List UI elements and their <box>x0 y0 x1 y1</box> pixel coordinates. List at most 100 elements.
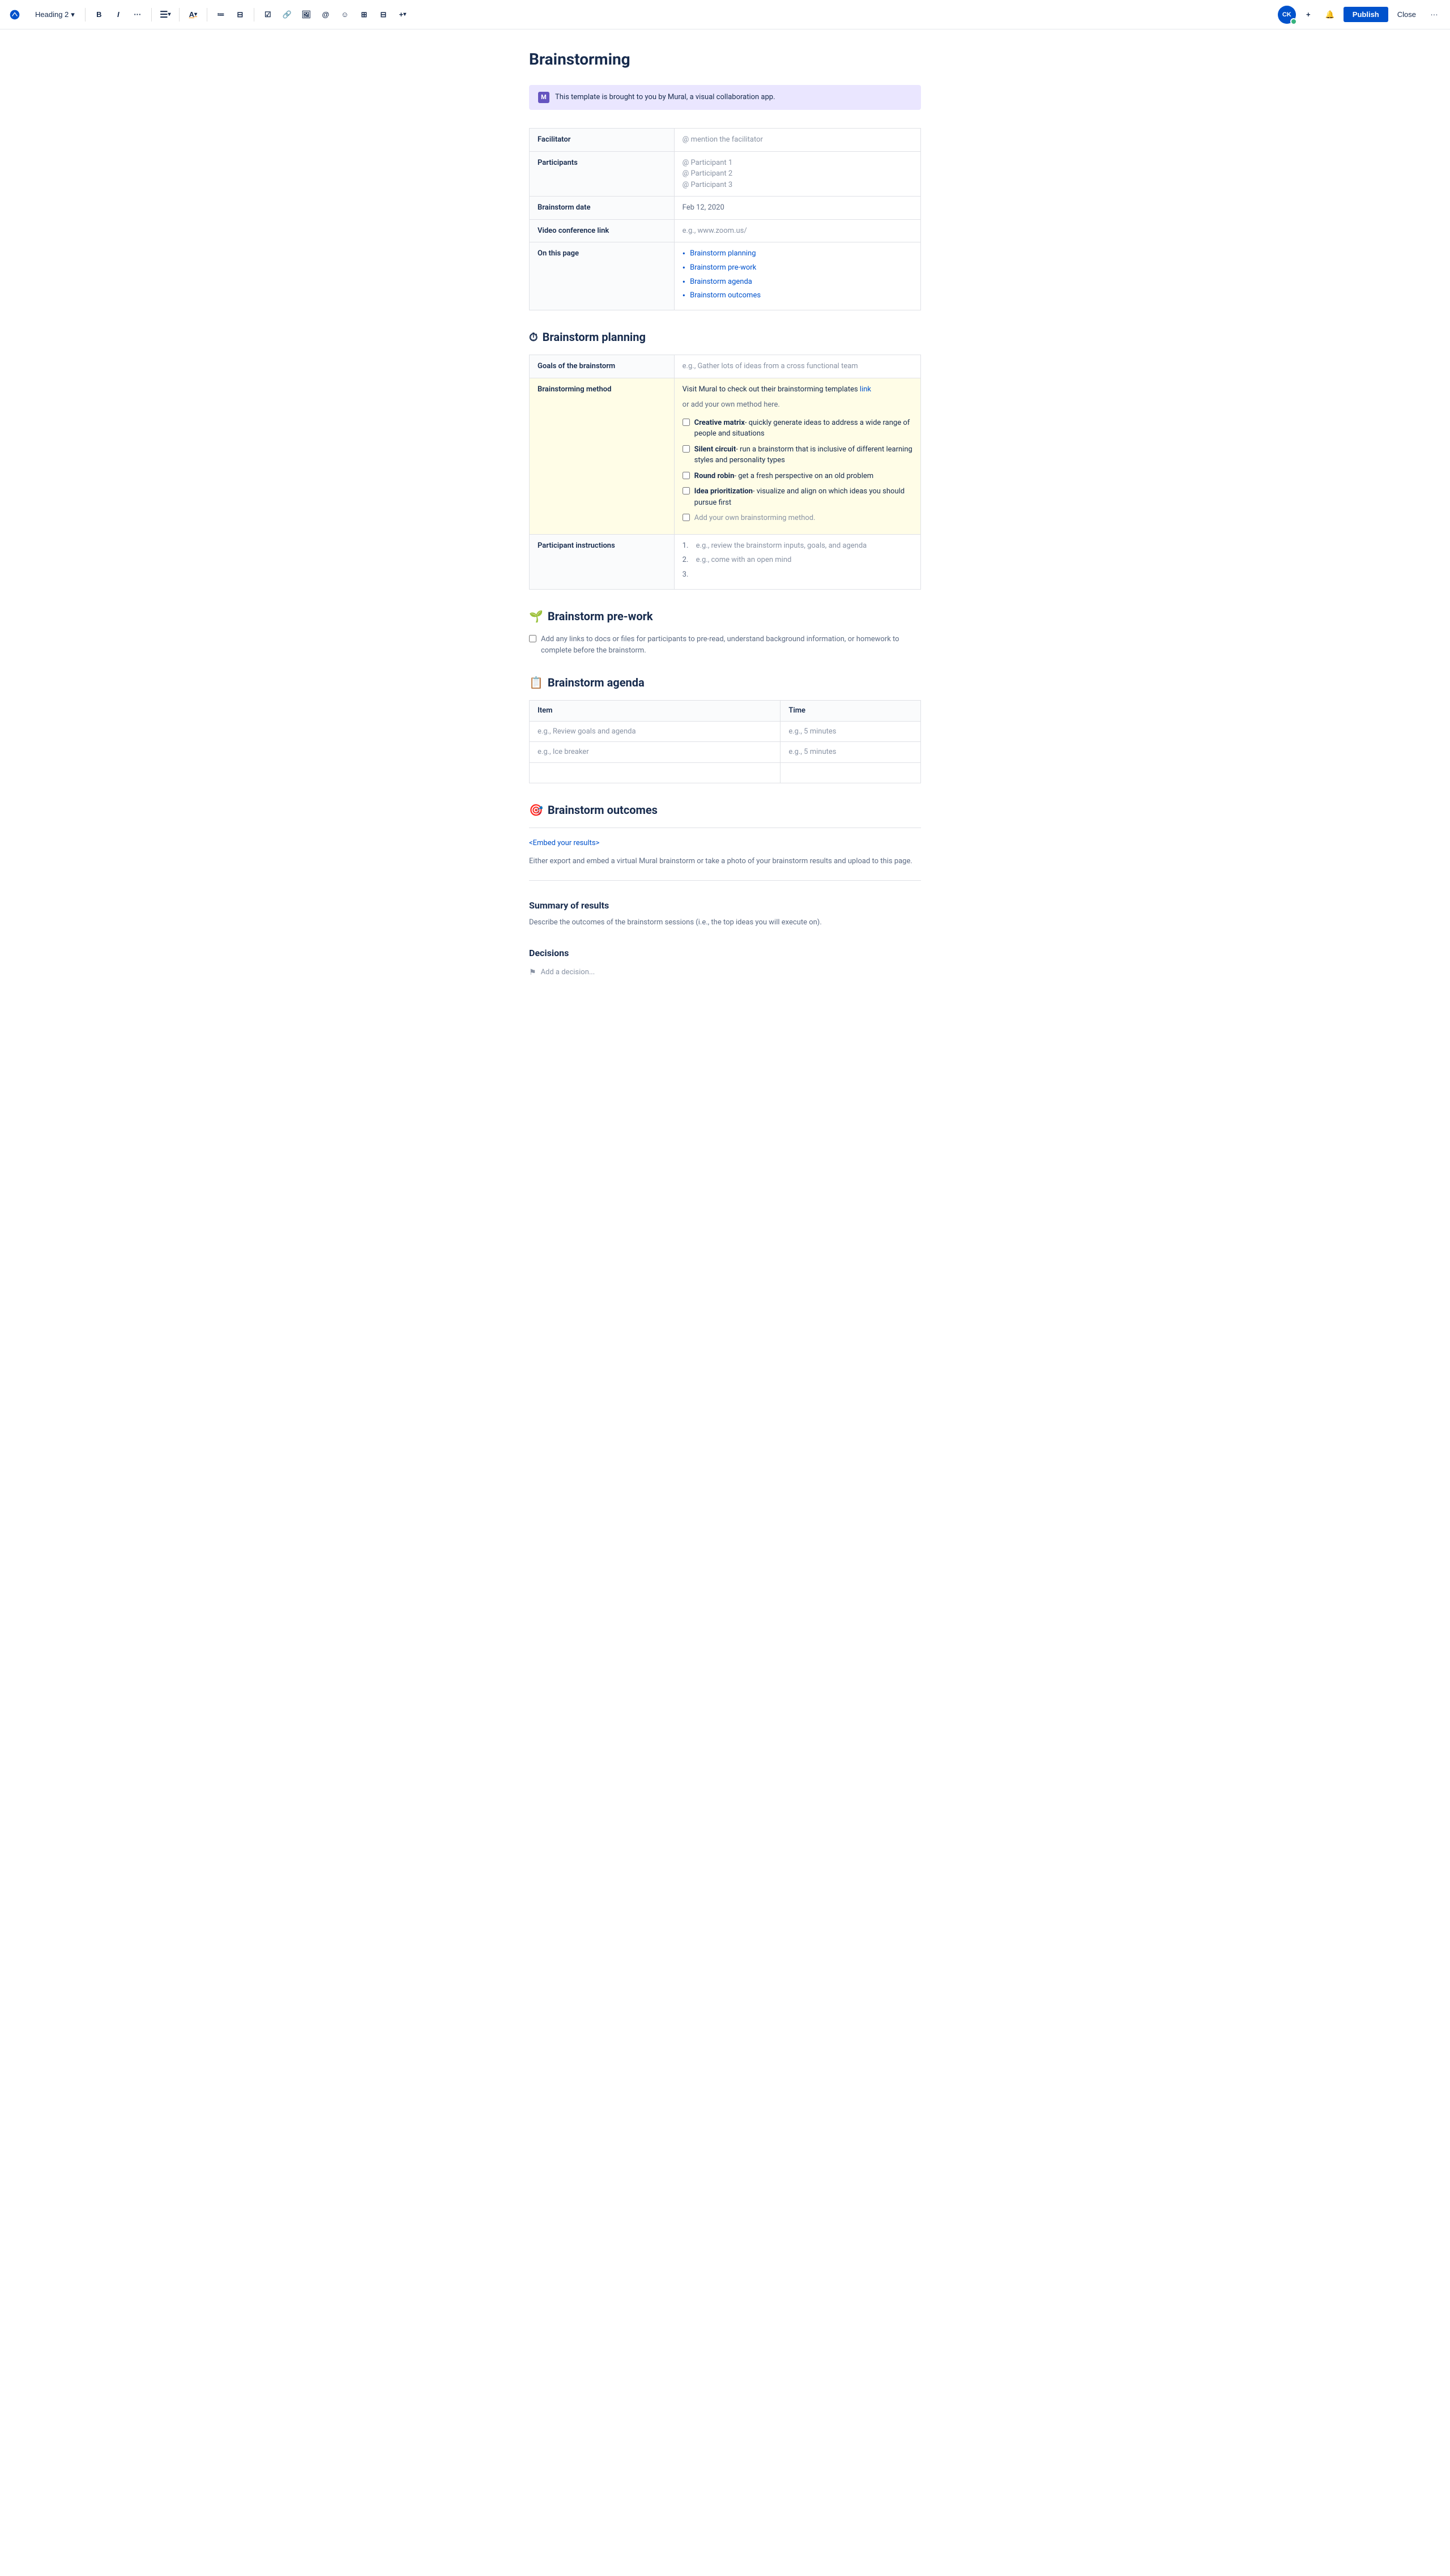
agenda-emoji: 📋 <box>529 674 543 691</box>
link-button[interactable]: 🔗 <box>279 7 295 23</box>
table-row: Brainstorm date Feb 12, 2020 <box>530 197 921 220</box>
facilitator-value[interactable]: @ mention the facilitator <box>674 129 920 152</box>
date-value[interactable]: Feb 12, 2020 <box>674 197 920 220</box>
brainstorm-prework-link[interactable]: Brainstorm pre-work <box>690 262 756 274</box>
brainstorm-agenda-section-header: 📋 Brainstorm agenda <box>529 674 921 691</box>
brainstorm-outcomes-link[interactable]: Brainstorm outcomes <box>690 290 761 301</box>
add-decision-text[interactable]: Add a decision... <box>541 967 595 978</box>
outcomes-emoji: 🎯 <box>529 801 543 818</box>
table-button[interactable]: ⊞ <box>356 7 372 23</box>
embed-link[interactable]: <Embed your results> <box>529 839 599 847</box>
agenda-item-1[interactable]: e.g., Review goals and agenda <box>530 721 781 742</box>
agenda-time-2[interactable]: e.g., 5 minutes <box>781 742 921 763</box>
task-button[interactable]: ☑ <box>260 7 276 23</box>
table-row: Participant instructions 1. e.g., review… <box>530 534 921 590</box>
more-options-button[interactable]: ··· <box>1425 6 1443 24</box>
mention-button[interactable]: @ <box>318 7 334 23</box>
layout-button[interactable]: ⊟ <box>376 7 391 23</box>
color-button[interactable]: A ▾ <box>185 7 201 23</box>
checkbox-round-robin-input[interactable] <box>683 472 690 479</box>
avatar-badge <box>1290 18 1297 25</box>
add-decision-row: ⚑ Add a decision... <box>529 967 921 979</box>
planning-emoji: ⏱ <box>529 329 538 346</box>
banner-text: This template is brought to you by Mural… <box>555 92 775 103</box>
prework-section: Add any links to docs or files for parti… <box>529 634 921 656</box>
checkbox-creative-matrix-input[interactable] <box>683 419 690 426</box>
italic-button[interactable]: I <box>110 7 126 23</box>
on-this-page-value: • Brainstorm planning • Brainstorm pre-w… <box>674 242 920 310</box>
user-avatar[interactable]: CK <box>1278 6 1296 24</box>
table-row: On this page • Brainstorm planning • Bra… <box>530 242 921 310</box>
instructions-list: 1. e.g., review the brainstorm inputs, g… <box>683 540 912 581</box>
table-row: Facilitator @ mention the facilitator <box>530 129 921 152</box>
summary-description: Describe the outcomes of the brainstorm … <box>529 917 921 928</box>
list-item: 1. e.g., review the brainstorm inputs, g… <box>683 540 912 552</box>
table-row: Video conference link e.g., www.zoom.us/ <box>530 219 921 242</box>
goals-label: Goals of the brainstorm <box>530 355 675 378</box>
checkbox-silent-circuit-input[interactable] <box>683 445 690 453</box>
chevron-down-icon: ▾ <box>71 10 75 19</box>
agenda-item-3[interactable] <box>530 762 781 783</box>
insert-more-button[interactable]: + ▾ <box>395 7 411 23</box>
brainstorm-planning-section-header: ⏱ Brainstorm planning <box>529 329 921 346</box>
list-item: • Brainstorm agenda <box>683 276 912 288</box>
agenda-item-2[interactable]: e.g., Ice breaker <box>530 742 781 763</box>
mural-link[interactable]: link <box>860 385 871 394</box>
bold-button[interactable]: B <box>91 7 107 23</box>
agenda-time-3[interactable] <box>781 762 921 783</box>
prework-checkbox-input[interactable] <box>529 635 536 642</box>
agenda-time-1[interactable]: e.g., 5 minutes <box>781 721 921 742</box>
outcomes-description: Either export and embed a virtual Mural … <box>529 856 921 867</box>
checkbox-silent-circuit: Silent circuit- run a brainstorm that is… <box>683 444 912 466</box>
confluence-logo <box>7 7 23 23</box>
date-label: Brainstorm date <box>530 197 675 220</box>
list-item: 3. <box>683 569 912 581</box>
numbered-list-button[interactable]: ⊟ <box>232 7 248 23</box>
toolbar: Heading 2 ▾ B I ··· ☰ ▾ A ▾ ≔ ⊟ ☑ 🔗 🖼 <box>0 0 1450 29</box>
table-row <box>530 762 921 783</box>
align-button[interactable]: ☰ ▾ <box>157 7 173 23</box>
checkbox-idea-prioritization-input[interactable] <box>683 487 690 494</box>
toolbar-divider-3 <box>179 8 180 22</box>
brainstorm-outcomes-section-header: 🎯 Brainstorm outcomes <box>529 801 921 818</box>
facilitator-label: Facilitator <box>530 129 675 152</box>
brainstorm-planning-link[interactable]: Brainstorm planning <box>690 248 756 259</box>
method-add-own: or add your own method here. <box>683 399 912 411</box>
mural-icon: M <box>538 92 549 103</box>
participants-value[interactable]: @ Participant 1 @ Participant 2 @ Partic… <box>674 151 920 197</box>
emoji-button[interactable]: ☺ <box>337 7 353 23</box>
on-this-page-label: On this page <box>530 242 675 310</box>
video-link-value[interactable]: e.g., www.zoom.us/ <box>674 219 920 242</box>
chevron-down-icon: ▾ <box>194 11 197 18</box>
publish-button[interactable]: Publish <box>1344 7 1388 22</box>
notification-button[interactable]: 🔔 <box>1321 6 1339 24</box>
prework-title: Brainstorm pre-work <box>548 608 653 625</box>
image-button[interactable]: 🖼 <box>298 7 314 23</box>
brainstorm-agenda-link[interactable]: Brainstorm agenda <box>690 276 752 288</box>
toolbar-divider-2 <box>151 8 152 22</box>
goals-value[interactable]: e.g., Gather lots of ideas from a cross … <box>674 355 920 378</box>
table-header-row: Item Time <box>530 701 921 722</box>
table-row: Participants @ Participant 1 @ Participa… <box>530 151 921 197</box>
chevron-down-icon: ▾ <box>403 11 406 18</box>
page-links-list: • Brainstorm planning • Brainstorm pre-w… <box>683 248 912 302</box>
close-button[interactable]: Close <box>1393 7 1421 22</box>
list-item: • Brainstorm pre-work <box>683 262 912 274</box>
checkbox-add-own-input[interactable] <box>683 514 690 521</box>
info-table: Facilitator @ mention the facilitator Pa… <box>529 128 921 310</box>
page-title: Brainstorming <box>529 48 921 71</box>
collab-add-button[interactable]: + <box>1300 7 1316 23</box>
instructions-value: 1. e.g., review the brainstorm inputs, g… <box>674 534 920 590</box>
decisions-section: Decisions ⚑ Add a decision... <box>529 946 921 979</box>
method-label: Brainstorming method <box>530 378 675 534</box>
brainstorm-prework-section-header: 🌱 Brainstorm pre-work <box>529 608 921 625</box>
agenda-table: Item Time e.g., Review goals and agenda … <box>529 700 921 783</box>
checkbox-idea-prioritization: Idea prioritization- visualize and align… <box>683 486 912 508</box>
item-col-header: Item <box>530 701 781 722</box>
table-row: e.g., Review goals and agenda e.g., 5 mi… <box>530 721 921 742</box>
bullet-list-button[interactable]: ≔ <box>213 7 229 23</box>
more-text-button[interactable]: ··· <box>130 7 146 23</box>
prework-checkbox-item: Add any links to docs or files for parti… <box>529 634 921 656</box>
list-item: 2. e.g., come with an open mind <box>683 555 912 566</box>
heading-dropdown[interactable]: Heading 2 ▾ <box>31 8 79 22</box>
